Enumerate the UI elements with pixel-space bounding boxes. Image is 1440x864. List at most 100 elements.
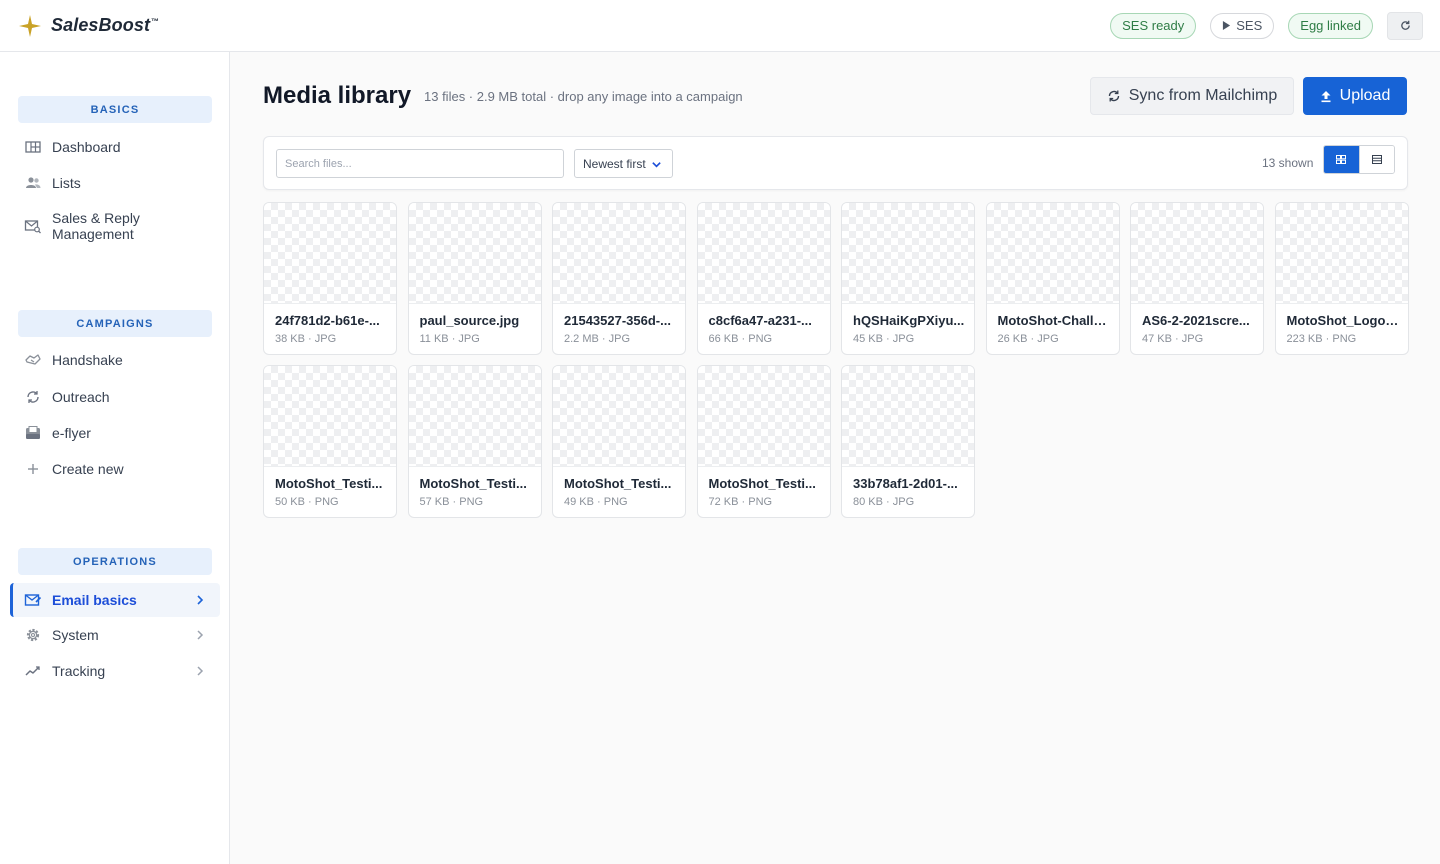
file-meta: 57 KB · PNG [419, 496, 484, 508]
file-meta: 47 KB · JPG [1142, 333, 1204, 345]
sidebar-item-label: e-flyer [52, 425, 91, 441]
file-card[interactable]: c8cf6a47-a231-... 66 KB · PNG [696, 202, 831, 355]
file-meta: 223 KB · PNG [1286, 333, 1357, 345]
file-thumbnail [264, 203, 396, 304]
filter-toolbar: Newest first 13 shown [263, 136, 1408, 190]
main-content: Media library 13 files · 2.9 MB total · … [231, 52, 1440, 864]
upload-icon [1321, 90, 1331, 102]
file-name: 21543527-356d-... [564, 313, 671, 328]
dashboard-icon [25, 141, 41, 153]
sidebar-item-outreach[interactable]: Outreach [10, 385, 220, 409]
section-campaigns: CAMPAIGNS [18, 310, 212, 337]
view-toggle [1323, 145, 1395, 174]
sidebar-item-create-new[interactable]: Create new [10, 457, 220, 481]
file-name: 24f781d2-b61e-... [275, 313, 380, 328]
file-meta: 38 KB · JPG [275, 333, 337, 345]
sidebar-item-lists[interactable]: Lists [10, 171, 220, 195]
file-name: MotoShot_Testi... [419, 476, 527, 491]
ses-ready-badge: SES ready [1110, 12, 1197, 39]
file-thumbnail [264, 366, 396, 467]
file-thumbnail [553, 366, 685, 467]
file-card[interactable]: 21543527-356d-... 2.2 MB · JPG [552, 202, 686, 355]
section-operations: OPERATIONS [18, 548, 212, 575]
sidebar-item-label: Handshake [52, 352, 123, 368]
sidebar-item-label: Outreach [52, 389, 110, 405]
sync-mailchimp-button[interactable]: Sync from Mailchimp [1090, 77, 1294, 115]
top-bar: SalesBoost™ SES ready SES Egg linked [0, 0, 1440, 52]
file-meta: 80 KB · JPG [853, 496, 915, 508]
sidebar-item-eflyer[interactable]: e-flyer [10, 421, 220, 445]
file-card[interactable]: MotoShot_Testi... 57 KB · PNG [407, 365, 542, 518]
brand[interactable]: SalesBoost™ [18, 14, 159, 38]
ses-button[interactable]: SES [1210, 12, 1275, 39]
section-basics: BASICS [18, 96, 212, 123]
file-meta: 49 KB · PNG [564, 496, 628, 508]
chevron-right-icon [197, 666, 204, 676]
chevron-right-icon [197, 630, 204, 640]
shown-count: 13 shown [1262, 156, 1314, 170]
file-thumbnail [408, 366, 541, 467]
file-card[interactable]: MotoShot_Testi... 50 KB · PNG [263, 365, 397, 518]
play-icon [1223, 21, 1231, 30]
file-card[interactable]: 33b78af1-2d01-... 80 KB · JPG [841, 365, 975, 518]
file-name: 33b78af1-2d01-... [853, 476, 958, 491]
file-name: MotoShot-Challe... [997, 313, 1112, 328]
sidebar-item-tracking[interactable]: Tracking [10, 659, 220, 683]
list-icon [1371, 155, 1382, 164]
file-thumbnail [842, 366, 974, 467]
sparkle-logo-icon [19, 14, 41, 37]
file-thumbnail [842, 203, 974, 304]
mail-search-icon [24, 220, 41, 234]
file-card[interactable]: MotoShot_Testi... 72 KB · PNG [696, 365, 831, 518]
refresh-icon [1400, 20, 1410, 30]
file-name: hQSHaiKgPXiyu... [853, 313, 965, 328]
sidebar-item-system[interactable]: System [10, 623, 220, 647]
file-meta: 45 KB · JPG [853, 333, 915, 345]
sort-select[interactable]: Newest first [574, 149, 673, 178]
refresh-button[interactable] [1387, 11, 1423, 40]
brand-name: SalesBoost™ [51, 15, 160, 35]
file-meta: 50 KB · PNG [275, 496, 339, 508]
plus-icon [28, 464, 38, 474]
page-title: Media library [263, 82, 412, 109]
file-name: paul_source.jpg [419, 313, 520, 328]
file-meta: 72 KB · PNG [708, 496, 773, 508]
sidebar-item-label: Create new [52, 461, 124, 477]
grid-icon [1336, 155, 1347, 164]
file-card[interactable]: MotoShot_Testi... 49 KB · PNG [552, 365, 686, 518]
list-view-button[interactable] [1358, 146, 1394, 173]
chevron-down-icon [652, 162, 661, 168]
file-meta: 26 KB · JPG [997, 333, 1059, 345]
file-thumbnail [408, 203, 541, 304]
sidebar-item-sales-reply[interactable]: Sales & Reply Management [10, 208, 220, 244]
page-subtitle: 13 files · 2.9 MB total · drop any image… [424, 89, 743, 104]
file-meta: 66 KB · PNG [708, 333, 773, 345]
sidebar-item-label: Sales & Reply Management [52, 210, 140, 242]
sidebar-item-label: System [52, 627, 99, 643]
file-card[interactable]: hQSHaiKgPXiyu... 45 KB · JPG [841, 202, 975, 355]
sidebar-item-email-basics[interactable]: Email basics [10, 583, 220, 617]
upload-button[interactable]: Upload [1303, 77, 1407, 115]
file-card[interactable]: MotoShot-Challe... 26 KB · JPG [985, 202, 1120, 355]
grid-view-button[interactable] [1324, 146, 1359, 173]
sidebar-item-dashboard[interactable]: Dashboard [10, 135, 220, 159]
file-name: MotoShot_Testi... [564, 476, 672, 491]
sidebar-item-handshake[interactable]: Handshake [10, 348, 220, 372]
gear-icon [26, 628, 40, 642]
file-meta: 2.2 MB · JPG [564, 333, 631, 345]
file-name: MotoShot_Logo_... [1286, 313, 1401, 328]
sync-icon [1108, 90, 1119, 102]
file-card[interactable]: paul_source.jpg 11 KB · JPG [407, 202, 542, 355]
file-name: c8cf6a47-a231-... [708, 313, 812, 328]
search-input[interactable] [276, 149, 564, 178]
sidebar-item-label: Email basics [52, 592, 137, 608]
file-thumbnail [697, 366, 830, 467]
file-thumbnail [697, 203, 830, 304]
file-thumbnail [986, 203, 1119, 304]
file-card[interactable]: MotoShot_Logo_... 223 KB · PNG [1274, 202, 1409, 355]
file-thumbnail [553, 203, 685, 304]
file-card[interactable]: AS6-2-2021scre... 47 KB · JPG [1130, 202, 1264, 355]
file-card[interactable]: 24f781d2-b61e-... 38 KB · JPG [263, 202, 397, 355]
file-thumbnail [1275, 203, 1408, 304]
handshake-icon [25, 354, 41, 365]
